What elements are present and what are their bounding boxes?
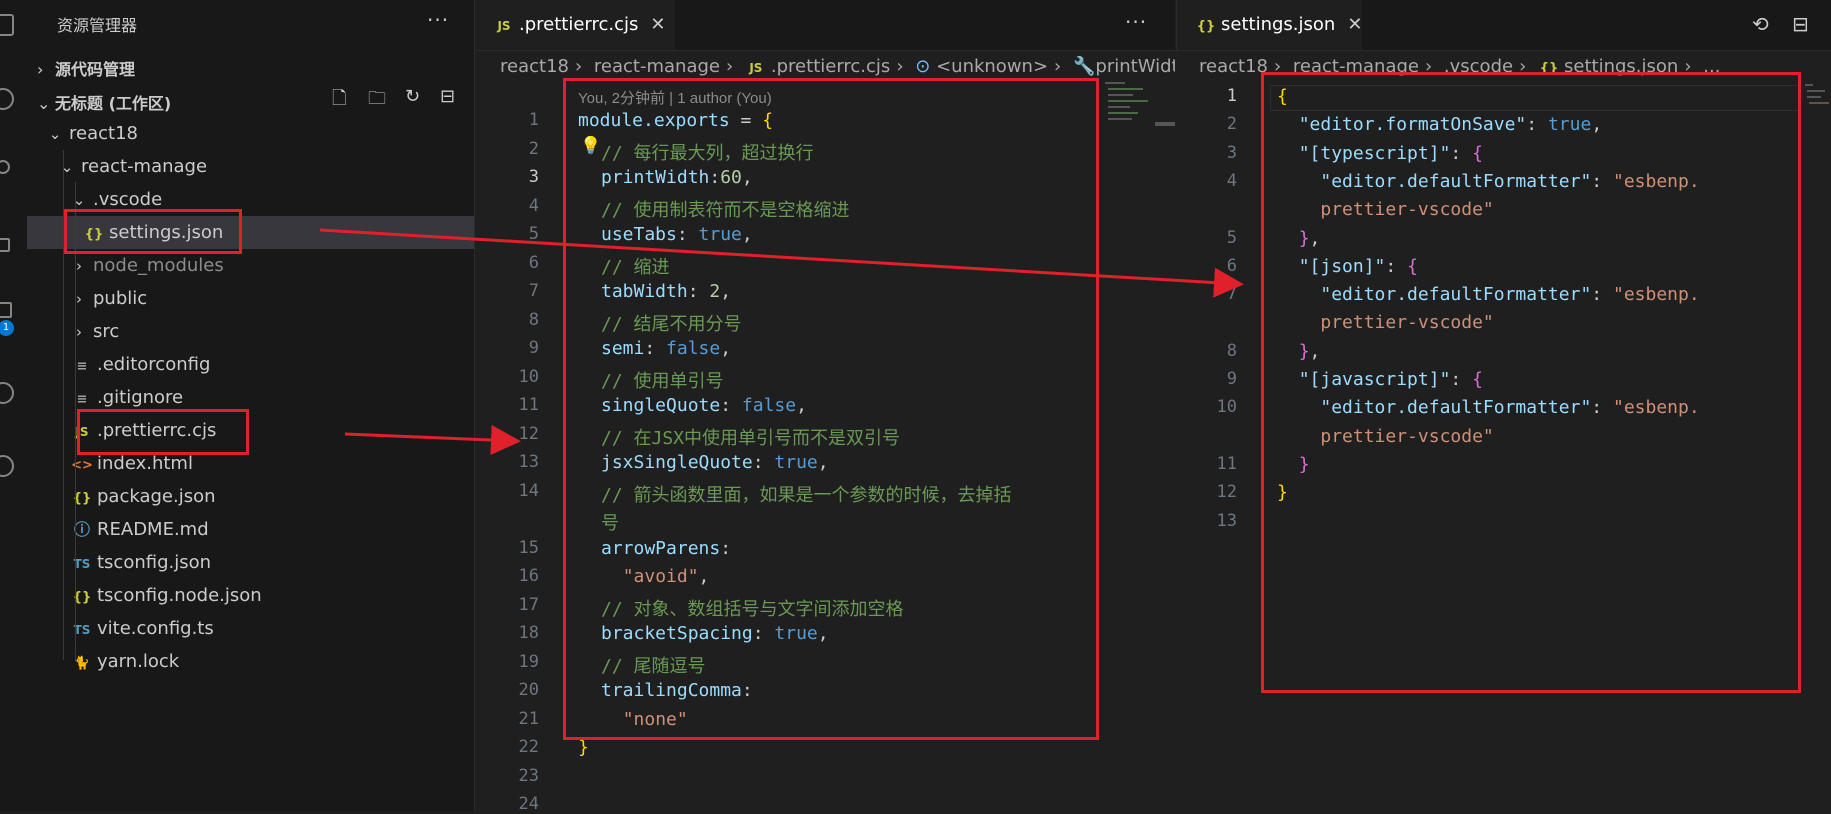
annotation-arrow-prettierrc	[344, 425, 521, 455]
annotation-arrow-settings	[319, 228, 1244, 298]
annotation-arrows	[319, 228, 1244, 455]
